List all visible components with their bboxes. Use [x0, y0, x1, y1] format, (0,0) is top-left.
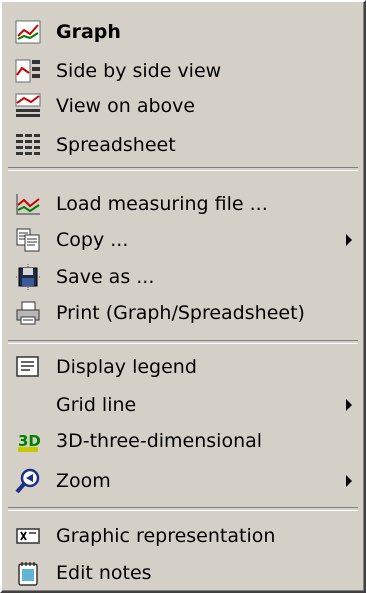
print-icon [14, 299, 42, 327]
menu-item-label: Zoom [56, 470, 111, 492]
menu-item-graph[interactable]: Graph [8, 14, 358, 50]
spreadsheet-icon [14, 131, 42, 159]
menu-item-label: Print (Graph/Spreadsheet) [56, 302, 305, 324]
notes-icon [14, 559, 42, 587]
menu-separator [8, 340, 358, 344]
save-icon [14, 263, 42, 291]
menu-item-label: Graph [56, 21, 121, 43]
menu-item-label: View on above [56, 95, 196, 117]
side-by-side-icon [14, 57, 42, 85]
submenu-arrow-icon [346, 399, 352, 411]
menu-item-load-measuring-file[interactable]: Load measuring file ... [8, 186, 358, 222]
menu-item-save-as[interactable]: Save as ... [8, 259, 358, 295]
menu-item-label: Spreadsheet [56, 134, 176, 156]
menu-item-3d-three-dimensional[interactable]: 3D 3D-three-dimensional [8, 423, 358, 459]
zoom-icon [14, 467, 42, 495]
graph-icon [14, 18, 42, 46]
submenu-arrow-icon [346, 475, 352, 487]
menu-item-label: Graphic representation [56, 525, 276, 547]
menu-item-label: Edit notes [56, 562, 152, 584]
menu-item-label: Display legend [56, 356, 197, 378]
graphic-representation-icon [14, 522, 42, 550]
3d-icon: 3D [14, 427, 42, 455]
menu-item-print[interactable]: Print (Graph/Spreadsheet) [8, 295, 358, 331]
menu-item-zoom[interactable]: Zoom [8, 463, 358, 499]
menu-item-side-by-side-view[interactable]: Side by side view [8, 53, 358, 89]
load-file-icon [14, 190, 42, 218]
menu-item-label: Side by side view [56, 60, 222, 82]
submenu-arrow-icon [346, 234, 352, 246]
copy-icon [14, 226, 42, 254]
legend-icon [14, 353, 42, 381]
menu-item-label: Load measuring file ... [56, 193, 268, 215]
menu-item-spreadsheet[interactable]: Spreadsheet [8, 127, 358, 163]
menu-item-copy[interactable]: Copy ... [8, 222, 358, 258]
menu-item-grid-line[interactable]: Grid line [8, 387, 358, 423]
menu-separator [8, 507, 358, 511]
menu-item-edit-notes[interactable]: Edit notes [8, 555, 358, 591]
menu-item-view-on-above[interactable]: View on above [8, 88, 358, 124]
menu-item-label: Grid line [56, 394, 137, 416]
menu-item-label: Save as ... [56, 266, 155, 288]
menu-item-graphic-representation[interactable]: Graphic representation [8, 518, 358, 554]
menu-item-display-legend[interactable]: Display legend [8, 349, 358, 385]
svg-text:3D: 3D [18, 432, 41, 450]
menu-item-label: Copy ... [56, 229, 129, 251]
view-above-icon [14, 92, 42, 120]
context-menu: Graph Side by side view View on above Sp… [0, 0, 366, 593]
menu-item-label: 3D-three-dimensional [56, 430, 263, 452]
menu-separator [8, 167, 358, 171]
